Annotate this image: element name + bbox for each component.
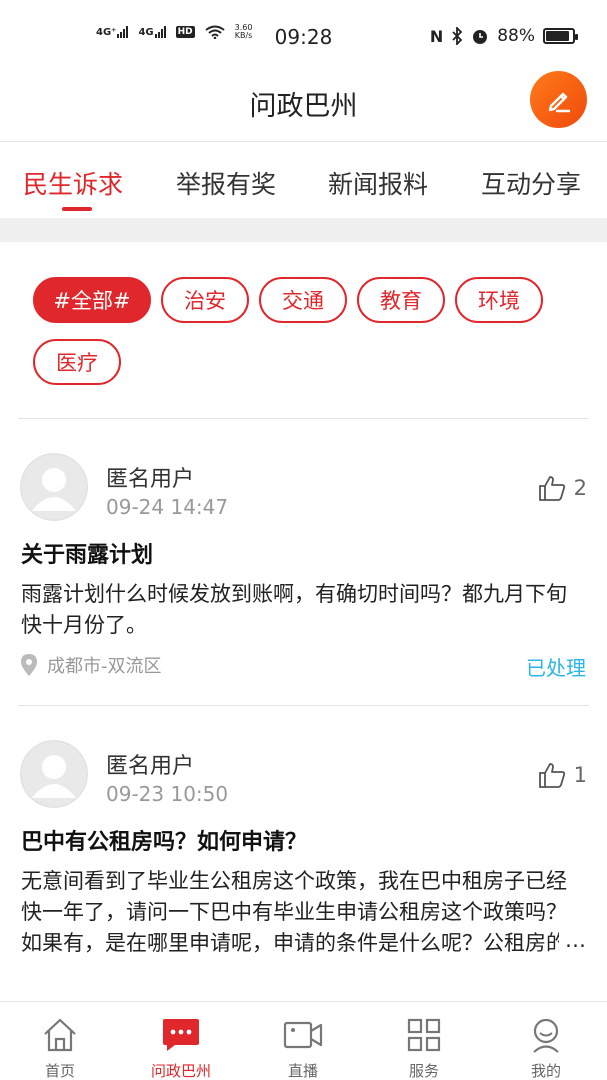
compose-button[interactable] — [530, 71, 587, 128]
battery-level — [546, 31, 569, 41]
section-separator — [0, 218, 607, 242]
nav-services[interactable]: 服务 — [374, 1016, 474, 1080]
nav-wenzheng[interactable]: 问政巴州 — [131, 1016, 231, 1080]
like-count: 1 — [573, 763, 587, 787]
avatar[interactable] — [20, 453, 88, 521]
grid-icon — [407, 1018, 441, 1052]
nav-label: 首页 — [44, 1062, 75, 1080]
chat-icon — [163, 1019, 199, 1051]
home-icon — [44, 1018, 76, 1052]
tab-report[interactable]: 举报有奖 — [176, 165, 276, 201]
bottom-nav: 首页 问政巴州 直播 服务 我的 — [0, 1001, 607, 1080]
username: 匿名用户 — [106, 467, 195, 492]
status-right: N 88% — [429, 26, 578, 46]
post-title: 关于雨露计划 — [21, 543, 154, 568]
post-card[interactable]: 匿名用户 09-23 10:50 1 巴中有公租房吗？如何申请？ 无意间看到了毕… — [0, 706, 607, 1001]
bluetooth-icon — [452, 27, 463, 45]
category-tabs: 民生诉求 举报有奖 新闻报料 互动分享 — [0, 142, 607, 218]
tab-news-tip[interactable]: 新闻报料 — [328, 165, 428, 201]
more-ellipsis: … — [559, 928, 586, 952]
post-location: 成都市-双流区 — [21, 652, 162, 678]
tag-environment[interactable]: 环境 — [455, 277, 543, 323]
avatar[interactable] — [20, 740, 88, 808]
tag-traffic[interactable]: 交通 — [259, 277, 347, 323]
like-button[interactable]: 1 — [538, 762, 587, 788]
username: 匿名用户 — [106, 754, 195, 779]
default-avatar-icon — [20, 453, 88, 521]
tag-all[interactable]: #全部# — [33, 277, 151, 323]
nav-mine[interactable]: 我的 — [496, 1016, 596, 1080]
tab-livelihood[interactable]: 民生诉求 — [23, 165, 123, 201]
page-title: 问政巴州 — [249, 91, 358, 122]
default-avatar-icon — [20, 740, 88, 808]
status-badge: 已处理 — [526, 656, 586, 680]
video-icon — [283, 1021, 323, 1049]
battery-icon — [543, 28, 578, 44]
nfc-icon: N — [429, 26, 444, 46]
alarm-icon — [473, 30, 488, 44]
tag-medical[interactable]: 医疗 — [33, 339, 121, 385]
like-button[interactable]: 2 — [538, 475, 587, 501]
nav-home[interactable]: 首页 — [10, 1016, 110, 1080]
tag-security[interactable]: 治安 — [161, 277, 249, 323]
thumbs-up-icon — [538, 763, 565, 788]
active-tab-indicator — [62, 207, 92, 211]
tag-education[interactable]: 教育 — [357, 277, 445, 323]
nav-label: 直播 — [287, 1062, 318, 1080]
post-title: 巴中有公租房吗？如何申请？ — [21, 830, 308, 855]
pencil-icon — [548, 92, 570, 112]
nav-label: 问政巴州 — [150, 1062, 211, 1080]
profile-icon — [533, 1018, 559, 1053]
nav-live[interactable]: 直播 — [253, 1016, 353, 1080]
like-count: 2 — [573, 476, 587, 500]
post-body: 无意间看到了毕业生公租房这个政策，我在巴中租房子已经快一年了，请问一下巴中有毕业… — [21, 869, 567, 955]
location-text: 成都市-双流区 — [47, 656, 162, 677]
tab-share[interactable]: 互动分享 — [481, 165, 581, 201]
post-time: 09-23 10:50 — [106, 782, 229, 806]
battery-percent: 88% — [497, 26, 535, 46]
post-time: 09-24 14:47 — [106, 495, 229, 519]
status-bar: 4G⁺ 4G HD 3.60 KB/s 09:28 N 88% — [0, 0, 607, 74]
app-header: 问政巴州 — [0, 71, 607, 142]
location-pin-icon — [21, 654, 37, 676]
post-body: 雨露计划什么时候发放到账啊，有确切时间吗？都九月下旬快十月份了。 — [21, 582, 567, 637]
post-card[interactable]: 匿名用户 09-24 14:47 2 关于雨露计划 雨露计划什么时候发放到账啊，… — [0, 419, 607, 705]
nav-label: 我的 — [530, 1062, 561, 1080]
nav-label: 服务 — [408, 1062, 439, 1080]
thumbs-up-icon — [538, 476, 565, 501]
